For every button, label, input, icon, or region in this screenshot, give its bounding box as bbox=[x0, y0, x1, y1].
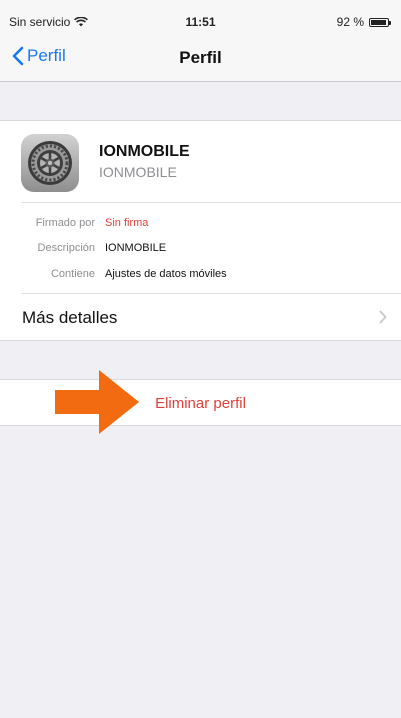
divider bbox=[21, 202, 401, 203]
more-details-row[interactable]: Más detalles bbox=[0, 294, 401, 341]
navigation-bar: Perfil Perfil bbox=[0, 32, 401, 82]
annotation-arrow-icon bbox=[55, 370, 139, 434]
battery-icon bbox=[369, 17, 391, 27]
settings-gear-icon bbox=[21, 134, 79, 192]
contains-key: Contiene bbox=[50, 268, 95, 280]
contains-value: Ajustes de datos móviles bbox=[105, 268, 227, 280]
profile-name: IONMOBILE bbox=[99, 143, 190, 160]
description-value: IONMOBILE bbox=[105, 242, 167, 254]
signed-by-value: Sin firma bbox=[105, 217, 149, 229]
more-details-label: Más detalles bbox=[22, 308, 118, 327]
status-right: 92 % bbox=[336, 15, 391, 29]
description-key: Descripción bbox=[37, 242, 95, 254]
profile-subtitle: IONMOBILE bbox=[99, 164, 177, 180]
battery-percent: 92 % bbox=[336, 15, 364, 29]
chevron-right-icon bbox=[379, 310, 387, 324]
signed-by-key: Firmado por bbox=[35, 217, 95, 229]
page-title: Perfil bbox=[179, 48, 222, 67]
profile-card: IONMOBILE IONMOBILE Firmado por Sin firm… bbox=[0, 120, 401, 341]
